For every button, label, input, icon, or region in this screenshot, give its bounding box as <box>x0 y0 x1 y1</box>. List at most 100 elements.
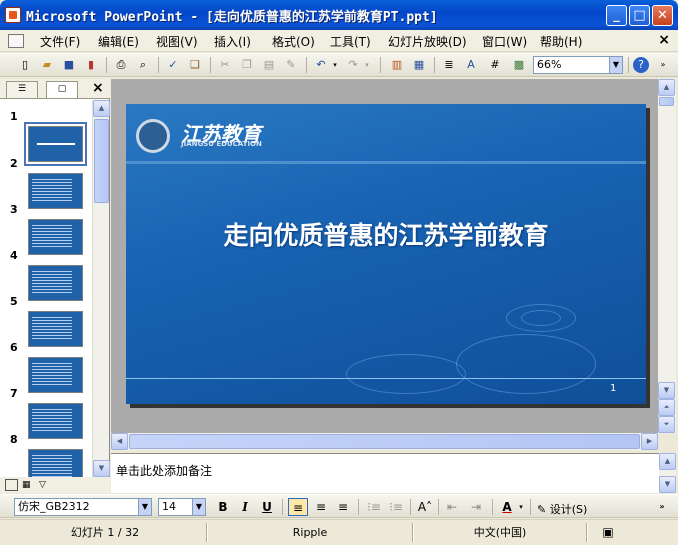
bold-button[interactable]: B <box>213 498 233 516</box>
new-icon[interactable]: ▯ <box>16 56 34 74</box>
scroll-thumb[interactable] <box>129 434 640 449</box>
font-color-dropdown-icon[interactable]: ▾ <box>516 498 526 516</box>
menu-slideshow[interactable]: 幻灯片放映(D) <box>388 33 467 49</box>
redo-icon[interactable]: ↷ <box>344 56 362 74</box>
close-document-button[interactable]: × <box>658 32 670 48</box>
slide-thumb[interactable] <box>28 357 83 393</box>
slide-sorter-icon[interactable]: ▦ <box>22 479 35 491</box>
toolbar-options-icon[interactable]: » <box>656 56 670 74</box>
menu-help[interactable]: 帮助(H) <box>540 33 582 49</box>
slide-thumb[interactable] <box>28 449 83 477</box>
format-painter-icon[interactable]: ✎ <box>282 56 300 74</box>
insert-chart-icon[interactable]: ▥ <box>388 56 406 74</box>
next-slide-icon[interactable]: ⏷ <box>658 416 675 433</box>
maximize-button[interactable]: □ <box>629 5 650 26</box>
slide-canvas[interactable]: 江苏教育 JIANGSU EDUCATION 走向优质普惠的江苏学前教育 1 <box>126 104 646 404</box>
menu-insert[interactable]: 插入(I) <box>214 33 251 49</box>
scroll-up-icon[interactable]: ▲ <box>658 79 675 96</box>
slide-thumb[interactable] <box>28 311 83 347</box>
slide-horizontal-scrollbar[interactable]: ◀ ▶ <box>111 433 658 450</box>
align-center-icon[interactable]: ≡ <box>311 498 331 516</box>
thumb-number: 3 <box>10 203 18 216</box>
scroll-down-icon[interactable]: ▼ <box>658 382 675 399</box>
font-size-combo[interactable]: 14 ▼ <box>158 498 206 516</box>
scroll-thumb[interactable] <box>94 119 109 203</box>
paste-icon[interactable]: ▤ <box>260 56 278 74</box>
slideshow-icon[interactable]: ▽ <box>39 479 52 491</box>
design-button[interactable]: ✎ 设计(S) <box>537 501 587 517</box>
previous-slide-icon[interactable]: ⏶ <box>658 399 675 416</box>
increase-font-size-icon[interactable]: A˄ <box>415 498 435 516</box>
open-folder-icon[interactable]: ▰ <box>38 56 56 74</box>
chevron-down-icon[interactable]: ▼ <box>138 499 151 515</box>
formatting-toolbar: 仿宋_GB2312 ▼ 14 ▼ B I U ≡ ≡ ≡ ⁝≡ ⁝≡ A˄ ⇤ … <box>0 494 678 518</box>
scroll-up-icon[interactable]: ▲ <box>93 100 110 117</box>
close-pane-button[interactable]: × <box>92 80 104 96</box>
spelling-icon[interactable]: ✓ <box>164 56 182 74</box>
bullets-icon[interactable]: ⁝≡ <box>386 498 406 516</box>
research-icon[interactable]: ❑ <box>186 56 204 74</box>
powerpoint-app-icon[interactable] <box>5 7 21 23</box>
redo-dropdown-icon[interactable]: ▾ <box>362 56 372 74</box>
slide-thumb[interactable] <box>28 219 83 255</box>
print-preview-icon[interactable]: ⌕ <box>134 56 152 74</box>
expand-all-icon[interactable]: ≣ <box>440 56 458 74</box>
chevron-down-icon[interactable]: ▼ <box>192 499 205 515</box>
slide-thumb[interactable] <box>28 403 83 439</box>
scroll-up-icon[interactable]: ▲ <box>659 453 676 470</box>
ripple-decoration <box>456 334 596 394</box>
italic-button[interactable]: I <box>235 498 255 516</box>
show-formatting-icon[interactable]: A <box>462 56 480 74</box>
increase-indent-icon[interactable]: ⇥ <box>466 498 486 516</box>
show-grid-icon[interactable]: # <box>486 56 504 74</box>
document-icon[interactable] <box>8 34 24 48</box>
print-icon[interactable]: ⎙ <box>112 56 130 74</box>
undo-icon[interactable]: ↶ <box>312 56 330 74</box>
permission-icon[interactable]: ▮ <box>82 56 100 74</box>
menu-window[interactable]: 窗口(W) <box>482 33 527 49</box>
close-window-button[interactable]: ✕ <box>652 5 673 26</box>
save-icon[interactable]: ■ <box>60 56 78 74</box>
copy-icon[interactable]: ❐ <box>238 56 256 74</box>
align-right-icon[interactable]: ≡ <box>333 498 353 516</box>
menu-tools[interactable]: 工具(T) <box>330 33 371 49</box>
scroll-down-icon[interactable]: ▼ <box>659 476 676 493</box>
slide-thumb[interactable] <box>28 265 83 301</box>
minimize-button[interactable]: _ <box>606 5 627 26</box>
decrease-indent-icon[interactable]: ⇤ <box>442 498 462 516</box>
scroll-right-icon[interactable]: ▶ <box>641 433 658 450</box>
menu-edit[interactable]: 编辑(E) <box>98 33 139 49</box>
slide-thumb[interactable] <box>28 173 83 209</box>
menu-view[interactable]: 视图(V) <box>156 33 198 49</box>
undo-dropdown-icon[interactable]: ▾ <box>330 56 340 74</box>
scroll-down-icon[interactable]: ▼ <box>93 460 110 477</box>
font-color-icon[interactable]: A <box>497 498 517 516</box>
tab-slides[interactable]: ▢ <box>46 81 78 98</box>
slide-thumb[interactable] <box>28 126 83 162</box>
cut-icon[interactable]: ✂ <box>216 56 234 74</box>
scroll-thumb[interactable] <box>659 97 674 106</box>
slide-title[interactable]: 走向优质普惠的江苏学前教育 <box>126 216 646 252</box>
slide-vertical-scrollbar[interactable]: ▲ ▼ ⏶ ⏷ <box>658 79 676 433</box>
menu-file[interactable]: 文件(F) <box>40 33 80 49</box>
notes-scrollbar[interactable]: ▲ ▼ <box>659 453 676 493</box>
normal-view-icon[interactable] <box>5 479 18 491</box>
tab-outline[interactable]: ☰ <box>6 81 38 98</box>
align-left-icon[interactable]: ≡ <box>288 498 308 516</box>
numbering-icon[interactable]: ⁝≡ <box>364 498 384 516</box>
zoom-combo[interactable]: 66% ▼ <box>533 56 623 74</box>
underline-button[interactable]: U <box>257 498 277 516</box>
logo-subtext: JIANGSU EDUCATION <box>181 140 262 148</box>
color-grayscale-icon[interactable]: ▩ <box>510 56 528 74</box>
thumbnails-scrollbar[interactable]: ▲ ▼ <box>92 100 110 477</box>
menu-format[interactable]: 格式(O) <box>272 33 315 49</box>
notes-placeholder[interactable]: 单击此处添加备注 <box>116 462 212 479</box>
insert-table-icon[interactable]: ▦ <box>410 56 428 74</box>
notes-pane[interactable]: 单击此处添加备注 <box>111 453 659 493</box>
scroll-left-icon[interactable]: ◀ <box>111 433 128 450</box>
spelling-status-icon[interactable]: ▣ <box>596 524 620 541</box>
help-icon[interactable]: ? <box>633 57 649 73</box>
toolbar-options-icon[interactable]: » <box>655 498 669 516</box>
chevron-down-icon[interactable]: ▼ <box>609 57 622 73</box>
font-name-combo[interactable]: 仿宋_GB2312 ▼ <box>14 498 152 516</box>
